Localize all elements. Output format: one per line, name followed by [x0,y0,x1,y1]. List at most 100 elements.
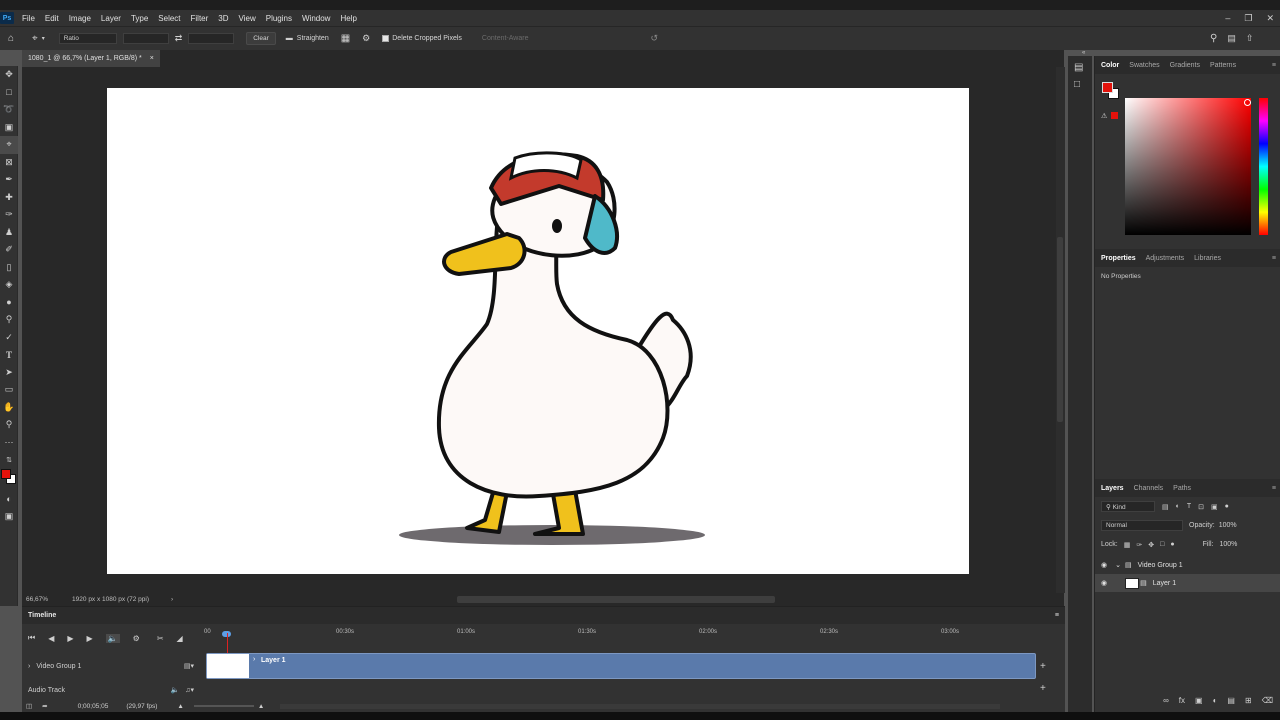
tab-patterns[interactable]: Patterns [1210,62,1236,69]
add-mask-icon[interactable]: ▣ [1195,696,1203,705]
tab-swatches[interactable]: Swatches [1129,62,1159,69]
zoom-tool-icon[interactable]: ⚲ [0,416,18,434]
video-clip[interactable]: › Layer 1 [206,653,1036,679]
layer-filter-select[interactable]: ⚲ Kind [1101,501,1155,512]
quick-mask-icon[interactable]: ◐ [0,491,18,509]
crop-tool-active-icon[interactable]: ⌖ [0,136,18,154]
screen-mode-icon[interactable]: ▣ [0,508,18,526]
split-at-playhead-icon[interactable]: ✂ [157,634,164,643]
new-group-icon[interactable]: ▤ [1227,696,1235,705]
move-tool-icon[interactable]: ✥ [0,66,18,84]
document-tab[interactable]: 1080_1 @ 66,7% (Layer 1, RGB/8) * × [22,50,160,67]
width-input[interactable] [122,33,169,44]
render-icon[interactable]: ➦ [42,702,47,710]
menu-3d[interactable]: 3D [213,14,233,23]
checkbox-icon[interactable] [382,35,390,42]
collapse-panels-icon[interactable]: « [1082,50,1092,56]
tab-paths[interactable]: Paths [1173,485,1191,492]
clip-expand-icon[interactable]: › [253,656,255,663]
music-note-icon[interactable]: ♫▾ [185,686,194,694]
search-icon[interactable]: ⚲ [1210,33,1217,44]
tab-color[interactable]: Color [1101,62,1119,69]
crop-tool-icon[interactable]: ⌖ [32,33,38,44]
dodge-tool-icon[interactable]: ⚲ [0,311,18,329]
layer-row-video-group[interactable]: ◉ ⌄ ▤ Video Group 1 [1095,556,1280,574]
video-group-row[interactable]: › Video Group 1 ▤▾ [22,653,202,679]
lock-artboard-icon[interactable]: □ [1160,541,1164,548]
menu-layer[interactable]: Layer [96,14,126,23]
lock-all-icon[interactable]: ● [1170,541,1174,548]
comments-icon[interactable]: □ [1074,79,1092,90]
menu-edit[interactable]: Edit [40,14,64,23]
lock-transparent-icon[interactable]: ▦ [1124,541,1131,549]
menu-filter[interactable]: Filter [186,14,214,23]
shape-filter-icon[interactable]: ⊡ [1198,503,1204,511]
audio-track-row[interactable]: Audio Track 🔈 ♫▾ [22,683,202,697]
adjustment-layer-icon[interactable]: ◐ [1213,696,1218,705]
smart-object-filter-icon[interactable]: ▣ [1211,503,1218,511]
document-canvas[interactable] [107,88,969,574]
expand-chevron-icon[interactable]: ⌄ [1115,561,1121,569]
tab-channels[interactable]: Channels [1134,485,1164,492]
lock-pixels-icon[interactable]: ✑ [1136,541,1142,549]
more-tools-icon[interactable]: ⋯ [0,434,18,452]
delete-cropped-checkbox[interactable]: Delete Cropped Pixels [382,35,462,42]
stamp-tool-icon[interactable]: ♟ [0,224,18,242]
minimize-icon[interactable]: – [1225,13,1230,23]
frame-tool-icon[interactable]: ⊠ [0,154,18,172]
menu-file[interactable]: File [17,14,40,23]
menu-view[interactable]: View [234,14,261,23]
straighten-label[interactable]: Straighten [297,35,329,42]
visibility-eye-icon[interactable]: ◉ [1101,579,1107,587]
mute-audio-icon[interactable]: 🔈 [105,633,120,643]
gamut-warning-icon[interactable]: ⚠ [1101,112,1107,120]
menu-window[interactable]: Window [297,14,335,23]
panel-menu-icon[interactable]: ≡ [1272,485,1276,492]
foreground-color-swatch[interactable] [1,468,11,479]
restore-icon[interactable]: ❐ [1244,13,1252,24]
link-layers-icon[interactable]: ∞ [1163,696,1169,705]
type-filter-icon[interactable]: T [1187,503,1191,510]
opacity-value[interactable]: 100% [1219,522,1237,529]
type-tool-icon[interactable]: T [0,346,18,364]
add-audio-icon[interactable]: + [1040,683,1046,694]
hue-slider[interactable] [1259,98,1268,235]
timeline-horizontal-scroll[interactable] [280,703,1001,709]
object-select-tool-icon[interactable]: ▣ [0,119,18,137]
menu-image[interactable]: Image [64,14,96,23]
home-icon[interactable]: ⌂ [8,33,14,44]
color-picker-marker[interactable] [1244,99,1251,106]
tab-layers[interactable]: Layers [1101,485,1124,492]
history-icon[interactable]: ▤ [1074,62,1092,73]
panel-menu-icon[interactable]: ≡ [1055,612,1059,619]
previous-frame-icon[interactable]: ◀ [48,634,54,643]
blend-mode-select[interactable]: Normal [1101,520,1183,531]
go-to-first-frame-icon[interactable]: ⏮ [28,633,35,643]
reset-icon[interactable]: ↺ [650,33,658,44]
straighten-icon[interactable]: ▬ [286,35,293,42]
chevron-down-icon[interactable]: ▾ [42,35,45,42]
layer-row-layer-1[interactable]: ◉ ▤ Layer 1 [1095,574,1280,592]
brush-tool-icon[interactable]: ✑ [0,206,18,224]
lasso-tool-icon[interactable]: ➰ [0,101,18,119]
zoom-out-icon[interactable]: ▲ [177,703,183,710]
close-icon[interactable]: ✕ [1266,13,1274,24]
tab-libraries[interactable]: Libraries [1194,255,1221,262]
warning-swatch[interactable] [1111,112,1118,119]
grid-overlay-icon[interactable]: ▦ [341,33,350,44]
chevron-right-icon[interactable]: › [171,596,173,603]
gear-icon[interactable]: ⚙ [362,33,370,44]
workspace-icon[interactable]: ▤ [1227,33,1236,44]
path-select-tool-icon[interactable]: ➤ [0,364,18,382]
delete-layer-icon[interactable]: ⌫ [1262,696,1273,705]
play-icon[interactable]: ▶ [67,634,73,643]
adjustment-filter-icon[interactable]: ◐ [1176,503,1180,510]
tab-gradients[interactable]: Gradients [1170,62,1200,69]
new-layer-icon[interactable]: ⊞ [1245,696,1252,705]
layer-style-icon[interactable]: fx [1179,696,1185,705]
filter-toggle-icon[interactable]: ● [1225,503,1229,510]
history-brush-tool-icon[interactable]: ✐ [0,241,18,259]
next-frame-icon[interactable]: ▶ [87,634,93,643]
timeline-zoom-slider[interactable] [193,705,254,707]
vertical-scrollbar[interactable] [1056,67,1065,593]
